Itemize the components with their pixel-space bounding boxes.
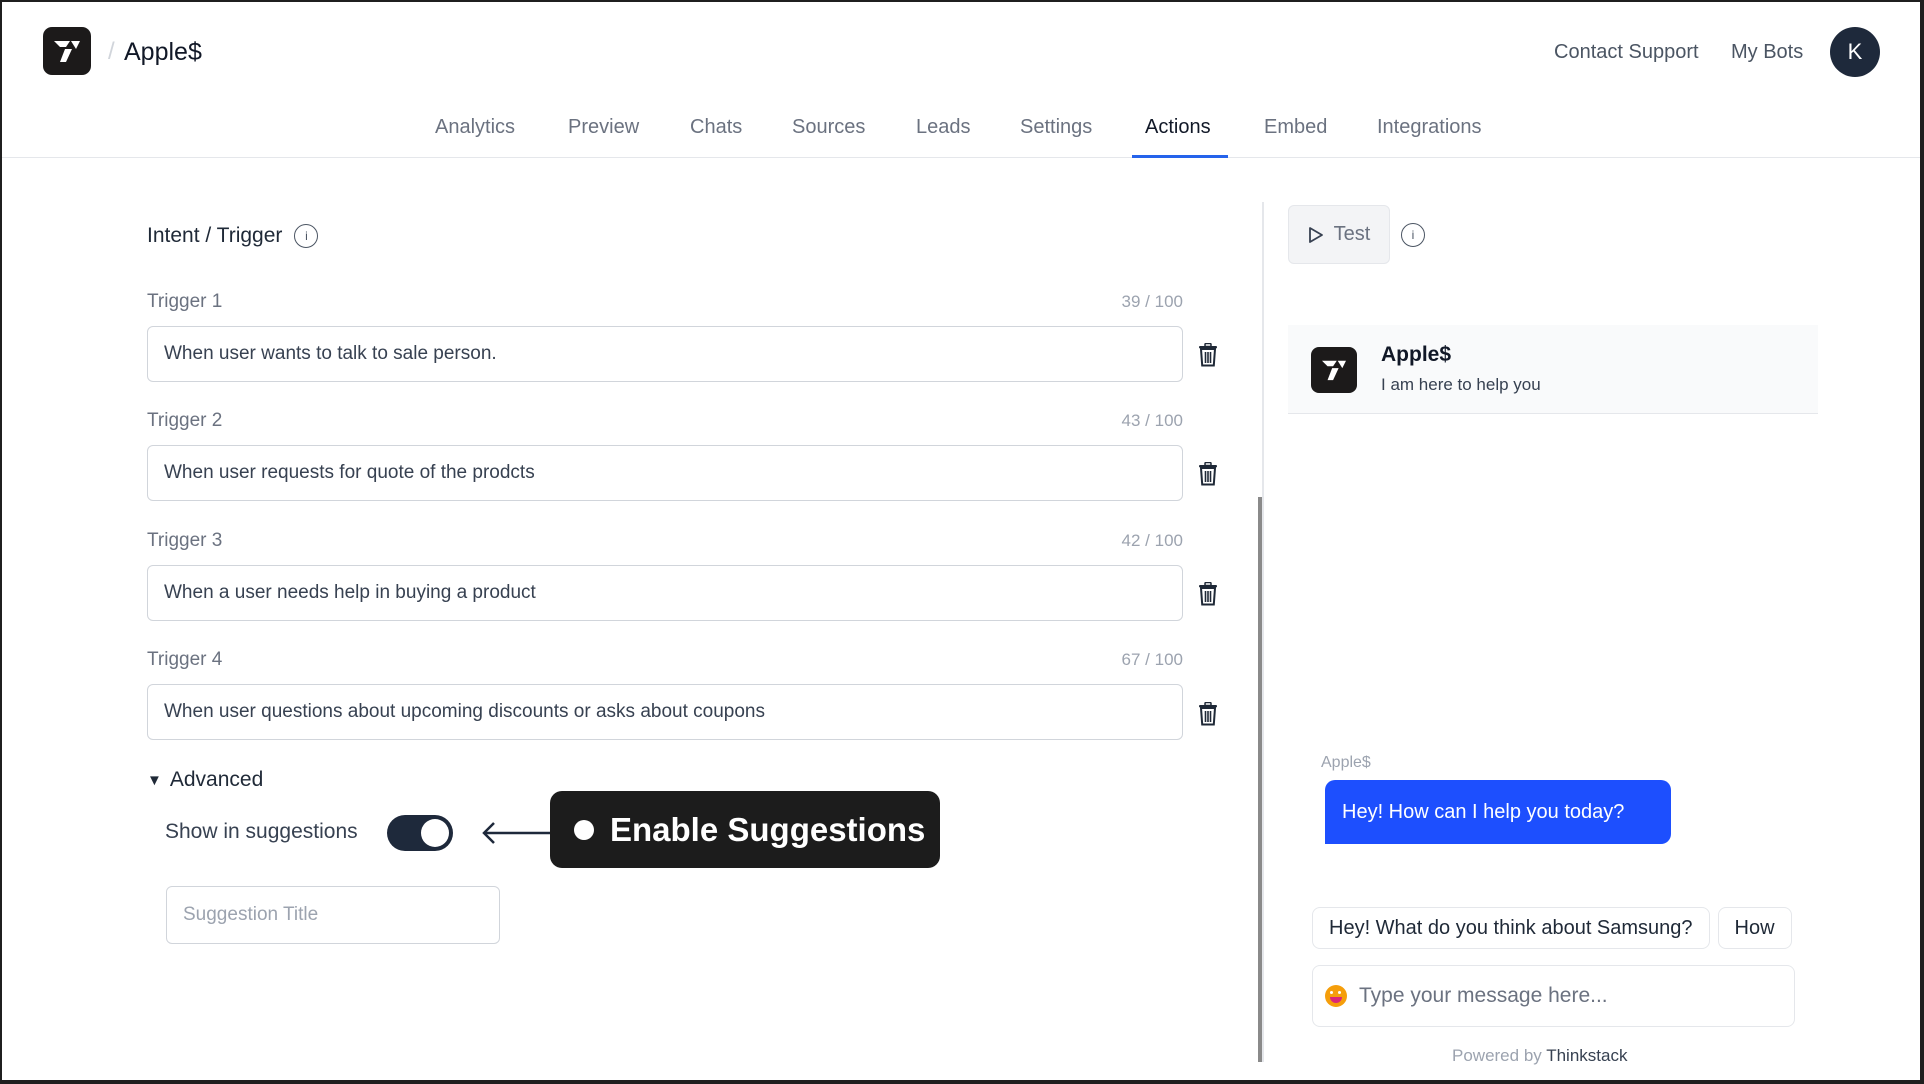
test-button[interactable]: Test xyxy=(1288,205,1390,264)
breadcrumb-separator: / xyxy=(108,38,115,65)
bot-avatar xyxy=(1311,347,1357,393)
trigger-input[interactable]: When user wants to talk to sale person. xyxy=(147,326,1183,382)
enable-suggestions-callout: Enable Suggestions xyxy=(550,791,940,868)
play-icon xyxy=(1308,226,1323,243)
bot-name-breadcrumb[interactable]: Apple$ xyxy=(124,38,202,67)
tab-actions[interactable]: Actions xyxy=(1145,116,1211,139)
show-in-suggestions-toggle[interactable] xyxy=(387,815,453,851)
tab-embed[interactable]: Embed xyxy=(1264,116,1327,139)
trash-icon xyxy=(1199,343,1217,367)
test-info-icon[interactable]: i xyxy=(1401,223,1425,247)
callout-arrow-icon xyxy=(482,822,555,844)
suggestion-chip[interactable]: Hey! What do you think about Samsung? xyxy=(1312,907,1710,949)
trash-icon xyxy=(1199,702,1217,726)
delete-trigger-button[interactable] xyxy=(1195,579,1221,609)
nav-tabs: Analytics Preview Chats Sources Leads Se… xyxy=(2,102,1920,158)
trash-icon xyxy=(1199,582,1217,606)
advanced-label: Advanced xyxy=(169,768,264,791)
thinkstack-logo[interactable] xyxy=(43,27,91,75)
active-tab-indicator xyxy=(1132,155,1228,158)
chat-message-input[interactable]: Type your message here... xyxy=(1312,965,1795,1027)
contact-support-link[interactable]: Contact Support xyxy=(1554,41,1699,64)
message-sender: Apple$ xyxy=(1321,754,1371,771)
tab-integrations[interactable]: Integrations xyxy=(1377,116,1482,139)
trigger-input[interactable]: When a user needs help in buying a produ… xyxy=(147,565,1183,621)
tab-chats[interactable]: Chats xyxy=(690,116,742,139)
form-scrollbar[interactable] xyxy=(1258,497,1262,1062)
suggestion-chips: Hey! What do you think about Samsung? Ho… xyxy=(1312,907,1796,951)
emoji-icon[interactable] xyxy=(1325,985,1347,1007)
chat-widget-header: Apple$ I am here to help you xyxy=(1288,325,1818,414)
powered-by: Powered by Thinkstack xyxy=(1452,1046,1627,1066)
powered-by-brand[interactable]: Thinkstack xyxy=(1546,1046,1627,1065)
trigger-char-count: 39 / 100 xyxy=(1121,292,1183,311)
my-bots-link[interactable]: My Bots xyxy=(1731,41,1803,64)
info-icon[interactable]: i xyxy=(294,224,319,248)
bot-title: Apple$ xyxy=(1381,343,1452,366)
suggestion-chip[interactable]: How xyxy=(1717,907,1792,949)
delete-trigger-button[interactable] xyxy=(1195,699,1221,729)
trigger-char-count: 67 / 100 xyxy=(1121,650,1183,669)
intent-trigger-heading: Intent / Trigger i xyxy=(147,224,319,248)
powered-by-prefix: Powered by xyxy=(1452,1046,1547,1065)
caret-down-icon: ▼ xyxy=(147,771,162,789)
app-window: / Apple$ Contact Support My Bots K Analy… xyxy=(2,2,1920,1080)
delete-trigger-button[interactable] xyxy=(1195,459,1221,489)
logo-mark-icon xyxy=(1322,360,1346,381)
trigger-input[interactable]: When user questions about upcoming disco… xyxy=(147,684,1183,740)
tab-analytics[interactable]: Analytics xyxy=(435,116,515,139)
logo-mark-icon xyxy=(54,41,80,62)
tab-preview[interactable]: Preview xyxy=(568,116,639,139)
trigger-label: Trigger 3 xyxy=(147,530,223,551)
panel-divider xyxy=(1262,202,1264,1062)
trigger-label: Trigger 1 xyxy=(147,291,223,312)
trigger-input[interactable]: When user requests for quote of the prod… xyxy=(147,445,1183,501)
tab-settings[interactable]: Settings xyxy=(1020,116,1092,139)
trigger-label: Trigger 2 xyxy=(147,410,223,431)
user-avatar[interactable]: K xyxy=(1830,27,1880,77)
trigger-char-count: 42 / 100 xyxy=(1121,531,1183,550)
callout-text: Enable Suggestions xyxy=(610,810,926,848)
trash-icon xyxy=(1199,462,1217,486)
chat-input-placeholder: Type your message here... xyxy=(1359,984,1608,1007)
suggestion-title-input[interactable]: Suggestion Title xyxy=(166,886,500,944)
tab-sources[interactable]: Sources xyxy=(792,116,865,139)
toggle-knob xyxy=(421,819,449,847)
trigger-char-count: 43 / 100 xyxy=(1121,411,1183,430)
advanced-toggle[interactable]: ▼ Advanced xyxy=(147,768,263,792)
test-label: Test xyxy=(1333,223,1371,245)
tab-leads[interactable]: Leads xyxy=(916,116,971,139)
trigger-label: Trigger 4 xyxy=(147,649,223,670)
bot-tagline: I am here to help you xyxy=(1381,375,1541,394)
delete-trigger-button[interactable] xyxy=(1195,340,1221,370)
show-in-suggestions-label: Show in suggestions xyxy=(165,820,358,843)
section-title-text: Intent / Trigger xyxy=(147,224,283,247)
callout-dot-icon xyxy=(574,819,594,840)
bot-message-bubble: Hey! How can I help you today? xyxy=(1325,780,1671,844)
